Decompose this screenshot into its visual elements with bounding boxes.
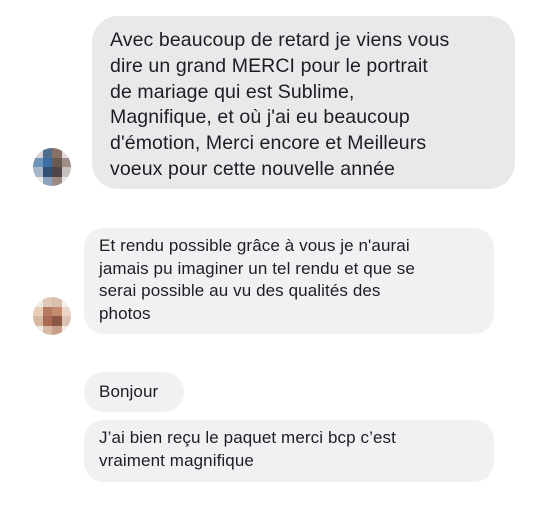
avatar[interactable] <box>33 297 71 335</box>
avatar-pixel <box>61 157 71 168</box>
avatar-pixel <box>42 306 53 317</box>
avatar-pixel <box>61 316 71 326</box>
avatar-pixel <box>42 316 53 326</box>
avatar-pixel <box>52 297 62 307</box>
avatar-pixel <box>52 325 62 335</box>
avatar-pixel <box>42 325 53 335</box>
avatar-pixel <box>61 297 71 307</box>
avatar-pixel <box>33 306 43 317</box>
avatar-pixel <box>42 176 53 186</box>
avatar-pixel <box>52 157 62 168</box>
message-bubble: Bonjour <box>84 372 184 412</box>
avatar-pixel <box>52 167 62 177</box>
avatar-pixel <box>33 297 43 307</box>
message-bubble: Et rendu possible grâce à vous je n'aura… <box>84 228 494 334</box>
avatar-pixel <box>61 325 71 335</box>
avatar-pixel <box>33 167 43 177</box>
avatar-pixel <box>52 306 62 317</box>
avatar-pixel <box>42 167 53 177</box>
message-bubble: Avec beaucoup de retard je viens vous di… <box>92 16 515 189</box>
avatar-pixel <box>61 306 71 317</box>
avatar-pixel <box>42 157 53 168</box>
avatar-pixel <box>61 167 71 177</box>
avatar-pixel <box>52 148 62 158</box>
message-bubble: J’ai bien reçu le paquet merci bcp c’est… <box>84 420 494 482</box>
avatar-pixel <box>61 148 71 158</box>
avatar-pixel <box>61 176 71 186</box>
avatar-pixel <box>52 176 62 186</box>
avatar-pixel <box>42 148 53 158</box>
avatar-pixel <box>33 316 43 326</box>
avatar-pixel <box>33 157 43 168</box>
avatar-pixel <box>42 297 53 307</box>
avatar-pixel <box>52 316 62 326</box>
avatar[interactable] <box>33 148 71 186</box>
avatar-pixel <box>33 325 43 335</box>
avatar-pixel <box>33 148 43 158</box>
avatar-pixel <box>33 176 43 186</box>
